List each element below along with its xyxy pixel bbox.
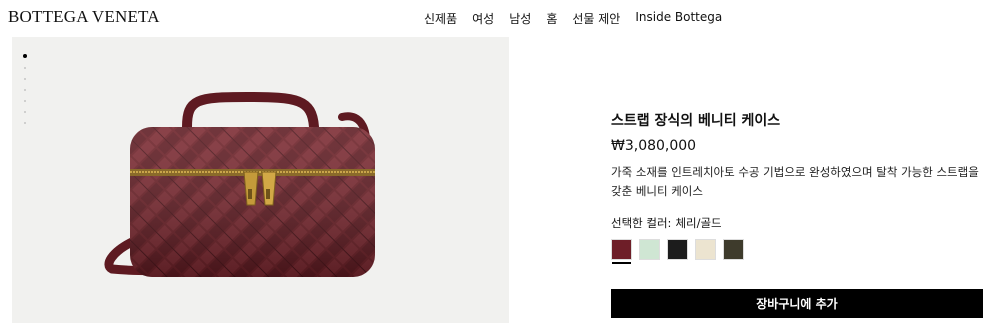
color-swatch-1[interactable] <box>611 239 632 264</box>
color-swatch-4[interactable] <box>695 239 716 260</box>
main-nav: 신제품 여성 남성 홈 선물 제안 Inside Bottega <box>424 10 722 27</box>
nav-item-men[interactable]: 남성 <box>509 10 531 27</box>
product-price: ₩3,080,000 <box>611 138 697 154</box>
selected-color-value: 체리/골드 <box>675 216 722 230</box>
product-info: 스트랩 장식의 베니티 케이스 ₩3,080,000 가죽 소재를 인트레치아토… <box>611 110 983 264</box>
color-swatch-2[interactable] <box>639 239 660 260</box>
product-title: 스트랩 장식의 베니티 케이스 <box>611 113 781 129</box>
color-swatch-5[interactable] <box>723 239 744 260</box>
add-to-cart-button[interactable]: 장바구니에 추가 <box>611 289 983 318</box>
product-image <box>104 91 375 277</box>
product-description: 가죽 소재를 인트레치아토 수공 기법으로 완성하였으며 탈착 가능한 스트랩을… <box>611 165 979 198</box>
color-swatch-3[interactable] <box>667 239 688 260</box>
color-label-text: 선택한 컬러: <box>611 216 672 230</box>
nav-item-women[interactable]: 여성 <box>472 10 494 27</box>
nav-item-new[interactable]: 신제품 <box>424 10 457 27</box>
brand-logo[interactable]: BOTTEGA VENETA <box>8 7 160 27</box>
nav-item-home[interactable]: 홈 <box>546 10 557 27</box>
selected-color-label: 선택한 컬러: 체리/골드 <box>611 215 983 231</box>
color-swatches <box>611 239 983 264</box>
nav-item-inside-bottega[interactable]: Inside Bottega <box>635 10 722 27</box>
product-image-gallery[interactable] <box>12 37 509 323</box>
nav-item-gifts[interactable]: 선물 제안 <box>572 10 620 27</box>
